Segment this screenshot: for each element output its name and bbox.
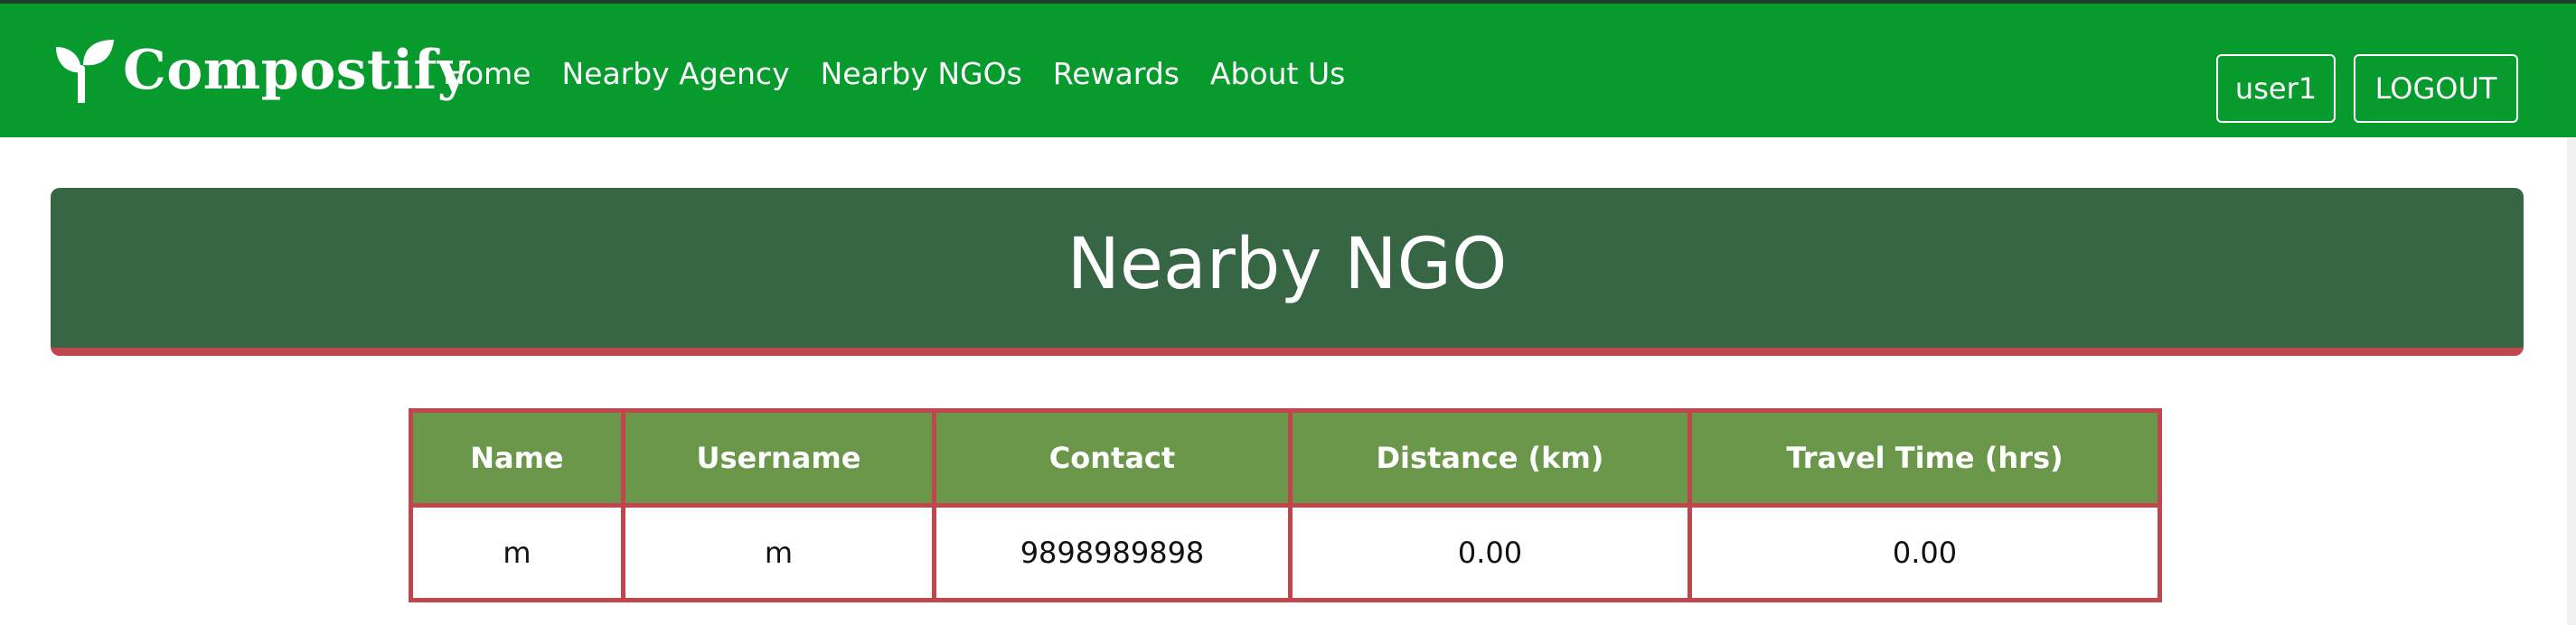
nav-link-nearby-agency[interactable]: Nearby Agency xyxy=(561,56,789,91)
nav-link-home[interactable]: Home xyxy=(443,56,531,91)
table-row: m m 9898989898 0.00 0.00 xyxy=(409,503,2162,602)
column-header-travel-time: Travel Time (hrs) xyxy=(1688,408,2162,508)
page-title-banner: Nearby NGO xyxy=(51,188,2524,356)
nav-link-nearby-ngos[interactable]: Nearby NGOs xyxy=(821,56,1022,91)
cell-travel-time: 0.00 xyxy=(1688,503,2162,602)
sprout-icon xyxy=(56,40,114,103)
ngo-table: Name Username Contact Distance (km) Trav… xyxy=(409,408,2162,602)
brand-logo[interactable]: Compostify xyxy=(54,33,469,108)
cell-username: m xyxy=(620,503,937,602)
logout-button[interactable]: LOGOUT xyxy=(2354,54,2518,123)
column-header-contact: Contact xyxy=(932,408,1293,508)
cell-contact: 9898989898 xyxy=(932,503,1293,602)
page-title: Nearby NGO xyxy=(1067,223,1508,305)
nav-link-about-us[interactable]: About Us xyxy=(1210,56,1345,91)
navbar: Compostify Home Nearby Agency Nearby NGO… xyxy=(0,4,2576,137)
cell-distance: 0.00 xyxy=(1287,503,1693,602)
nav-links: Home Nearby Agency Nearby NGOs Rewards A… xyxy=(443,51,1345,96)
brand-name: Compostify xyxy=(123,39,470,102)
user-button[interactable]: user1 xyxy=(2216,54,2336,123)
scrollbar[interactable] xyxy=(2567,137,2576,625)
column-header-name: Name xyxy=(409,408,625,508)
nav-link-rewards[interactable]: Rewards xyxy=(1053,56,1180,91)
table-header-row: Name Username Contact Distance (km) Trav… xyxy=(409,408,2162,508)
column-header-username: Username xyxy=(620,408,937,508)
column-header-distance: Distance (km) xyxy=(1287,408,1693,508)
cell-name: m xyxy=(409,503,625,602)
